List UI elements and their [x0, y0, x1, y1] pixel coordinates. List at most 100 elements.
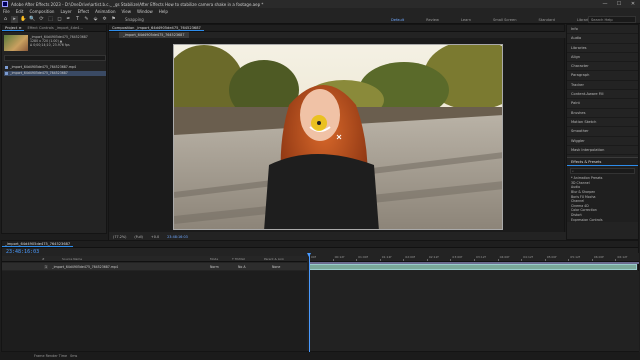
menu-window[interactable]: Window [137, 9, 153, 14]
layer-mode-dropdown[interactable]: Norm [210, 265, 219, 269]
panel-brushes[interactable]: Brushes [567, 109, 638, 118]
ruler-tick-label: 05:00f [546, 255, 557, 259]
layer-parent-dropdown[interactable]: None [272, 265, 280, 269]
project-item-composition[interactable]: _import_64d4905de475_764523687 [4, 71, 106, 76]
panel-libraries[interactable]: Libraries [567, 44, 638, 53]
composition-label[interactable]: _import_64d4905de475_764523687 [119, 32, 189, 38]
layer-duration-bar[interactable] [309, 264, 637, 270]
panel-align[interactable]: Align [567, 53, 638, 63]
timeline-current-time[interactable]: 23:48:16:03 [6, 249, 39, 255]
pan-behind-tool-icon[interactable]: ⬚ [47, 16, 54, 23]
menu-bar: File Edit Composition Layer Effect Anima… [0, 8, 640, 15]
minimize-button[interactable]: — [598, 1, 612, 7]
project-panel: Project ≡ Effect Controls _import_4de4..… [1, 24, 107, 234]
resolution-dropdown[interactable]: (Full) [134, 235, 142, 239]
workspace-default[interactable]: Default [391, 18, 404, 22]
panel-character[interactable]: Character [567, 62, 638, 72]
after-effects-logo-icon [2, 1, 8, 7]
menu-effect[interactable]: Effect [78, 9, 90, 14]
eraser-tool-icon[interactable]: ⬙ [92, 16, 99, 23]
project-item-footage[interactable]: _import_64d4905de475_764523687.mp4 [4, 65, 106, 70]
panel-content-aware-fill[interactable]: Content-Aware Fill [567, 90, 638, 100]
workspace-review[interactable]: Review [426, 18, 439, 22]
exposure-value[interactable]: +0.0 [151, 235, 159, 239]
timeline-layer-row[interactable]: 1 _import_64d4905de475_764523687.mp4 Nor… [2, 263, 307, 270]
panel-paragraph[interactable]: Paragraph [567, 71, 638, 81]
tab-effect-controls[interactable]: Effect Controls _import_4de4... [24, 26, 85, 30]
brush-tool-icon[interactable]: ✎ [83, 16, 90, 23]
ruler-tick-mark [379, 259, 381, 261]
maximize-button[interactable]: ☐ [612, 1, 626, 7]
snapping-toggle[interactable]: Snapping [125, 17, 144, 22]
ruler-tick-mark [356, 259, 358, 261]
layer-trkmat-dropdown[interactable]: No A [238, 265, 246, 269]
layer-list-empty-area [2, 271, 307, 351]
menu-layer[interactable]: Layer [60, 9, 71, 14]
menu-view[interactable]: View [122, 9, 132, 14]
pin-tool-icon[interactable]: ⚑ [110, 16, 117, 23]
effects-search-input[interactable]: ⌕ [570, 168, 635, 175]
render-time-value: 0ms [70, 354, 78, 358]
workspace-small-screen[interactable]: Small Screen [493, 18, 516, 22]
ruler-tick-mark [591, 259, 593, 261]
menu-animation[interactable]: Animation [95, 9, 115, 14]
composition-breadcrumb: _import_64d4905de475_764523687 [109, 32, 566, 38]
ruler-tick-mark [332, 259, 334, 261]
zoom-tool-icon[interactable]: 🔍 [29, 16, 36, 23]
viewer-current-time[interactable]: 23:48:16:03 [167, 235, 188, 239]
panel-audio[interactable]: Audio [567, 34, 638, 44]
effect-category[interactable]: Expression Controls [567, 218, 638, 223]
project-search-input[interactable] [4, 55, 106, 61]
ruler-tick-label: 00f [311, 255, 316, 259]
project-item-info: _import_64d4905de475_764523687 1280 x 72… [30, 35, 88, 47]
right-panel-stack: Info Audio Libraries Align Character Par… [566, 24, 639, 240]
ruler-tick-label: 04:00f [499, 255, 510, 259]
panel-motion-sketch[interactable]: Motion Sketch [567, 118, 638, 128]
layer-number: 1 [44, 264, 49, 269]
panel-wiggler[interactable]: Wiggler [567, 137, 638, 146]
effects-presets-header[interactable]: Effects & Presets [567, 158, 638, 167]
hand-tool-icon[interactable]: ✋ [20, 16, 27, 23]
ruler-tick-mark [403, 259, 405, 261]
home-icon[interactable]: ⌂ [2, 16, 9, 23]
tab-timeline[interactable]: _import_64d4905de475_764523687 [2, 242, 74, 247]
playhead-indicator[interactable] [307, 253, 311, 353]
workspace-learn[interactable]: Learn [461, 18, 471, 22]
tab-project[interactable]: Project ≡ [2, 26, 25, 31]
search-help-input[interactable]: Search Help [588, 16, 636, 23]
ruler-tick-mark [426, 259, 428, 261]
timeline-column-headers: # Source Name Mode T TrkMat Parent & Lin… [2, 256, 307, 262]
ruler-tick-label: 06:12f [617, 255, 628, 259]
menu-help[interactable]: Help [159, 9, 168, 14]
menu-edit[interactable]: Edit [16, 9, 24, 14]
rotation-tool-icon[interactable]: ⟳ [38, 16, 45, 23]
puppet-tool-icon[interactable]: ✲ [101, 16, 108, 23]
ruler-tick-label: 06:00f [593, 255, 604, 259]
selection-tool-icon[interactable]: ▸ [11, 15, 18, 23]
ruler-tick-label: 01:00f [358, 255, 368, 259]
panel-mask-interpolation[interactable]: Mask Interpolation [567, 146, 638, 156]
magnification-dropdown[interactable]: (77.2%) [113, 235, 126, 239]
panel-smoother[interactable]: Smoother [567, 127, 638, 137]
menu-file[interactable]: File [3, 9, 10, 14]
layer-name[interactable]: _import_64d4905de475_764523687.mp4 [52, 265, 118, 269]
close-button[interactable]: ✕ [626, 1, 640, 7]
panel-paint[interactable]: Paint [567, 99, 638, 109]
panel-info[interactable]: Info [567, 25, 638, 35]
ruler-tick-label: 04:12f [523, 255, 533, 259]
workspace-standard[interactable]: Standard [539, 18, 555, 22]
pen-tool-icon[interactable]: ✒ [65, 16, 72, 23]
rectangle-tool-icon[interactable]: ◻ [56, 16, 63, 23]
tab-composition[interactable]: Composition _import_64d4905de475_7645236… [109, 26, 204, 31]
composition-viewer-frame[interactable] [173, 44, 503, 230]
time-ruler[interactable]: 00f 00:12f 01:00f 01:12f 02:00f 02:12f 03:00f 0… [309, 253, 639, 262]
ruler-tick-label: 02:00f [405, 255, 415, 259]
type-tool-icon[interactable]: T [74, 16, 81, 23]
ruler-tick-label: 05:12f [570, 255, 580, 259]
video-frame-image [174, 45, 502, 229]
ruler-tick-label: 00:12f [334, 255, 345, 259]
render-time-label: Frame Render Time [34, 354, 68, 358]
title-bar: Adobe After Effects 2023 - D:\OneDrive\a… [0, 0, 640, 8]
panel-tracker[interactable]: Tracker [567, 81, 638, 91]
menu-composition[interactable]: Composition [29, 9, 54, 14]
